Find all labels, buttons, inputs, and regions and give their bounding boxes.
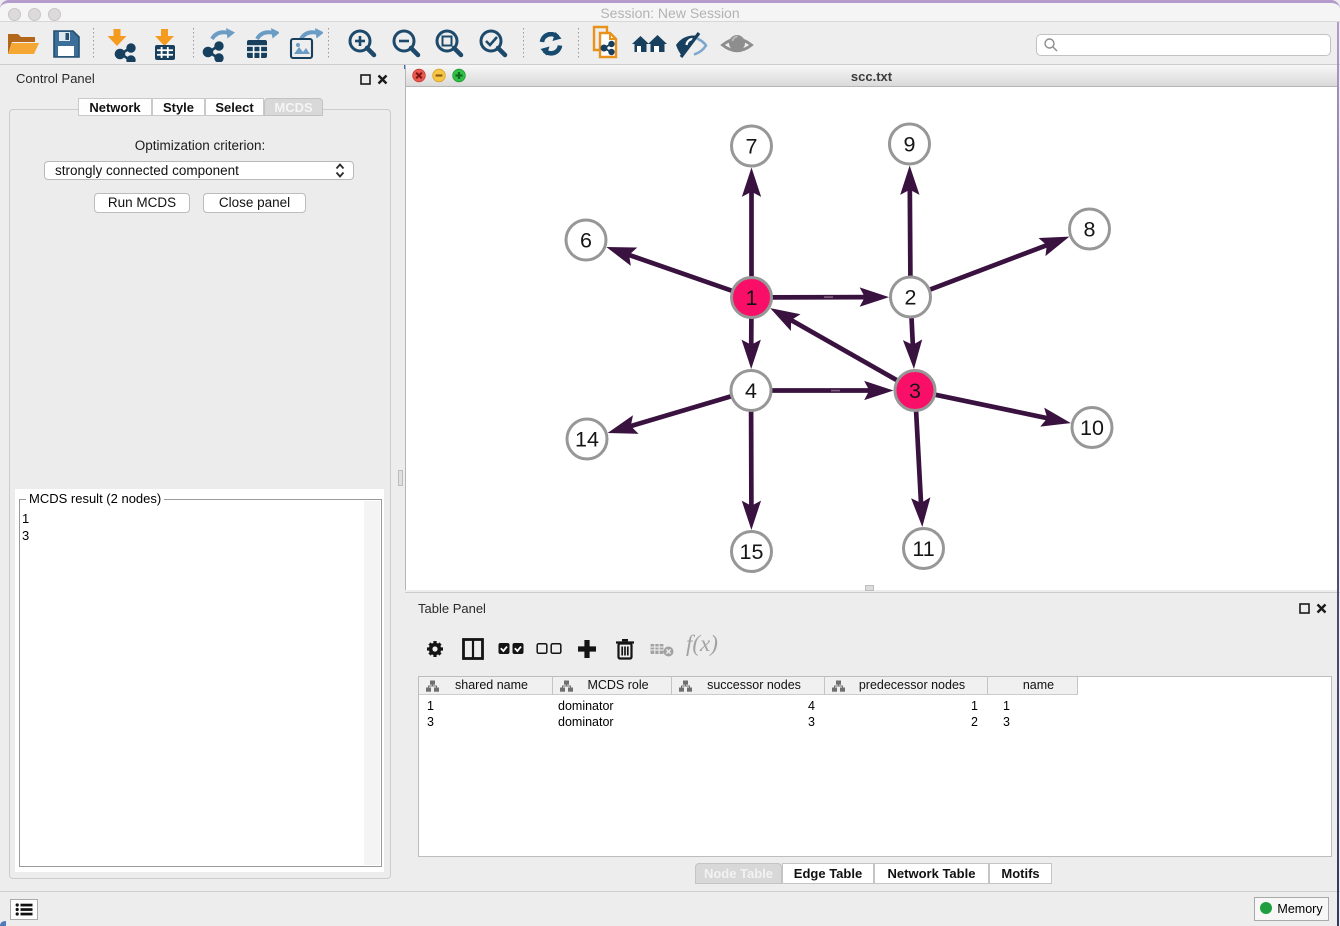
svg-text:4: 4 [745, 379, 757, 403]
svg-text:15: 15 [740, 540, 764, 564]
svg-text:10: 10 [1080, 416, 1104, 440]
svg-text:1: 1 [746, 286, 758, 310]
svg-text:6: 6 [580, 229, 592, 253]
svg-text:8: 8 [1084, 218, 1096, 242]
svg-text:7: 7 [746, 135, 758, 159]
svg-text:9: 9 [904, 133, 916, 157]
svg-text:2: 2 [905, 286, 917, 310]
svg-text:14: 14 [575, 428, 599, 452]
svg-text:3: 3 [909, 379, 921, 403]
svg-text:11: 11 [912, 537, 934, 561]
